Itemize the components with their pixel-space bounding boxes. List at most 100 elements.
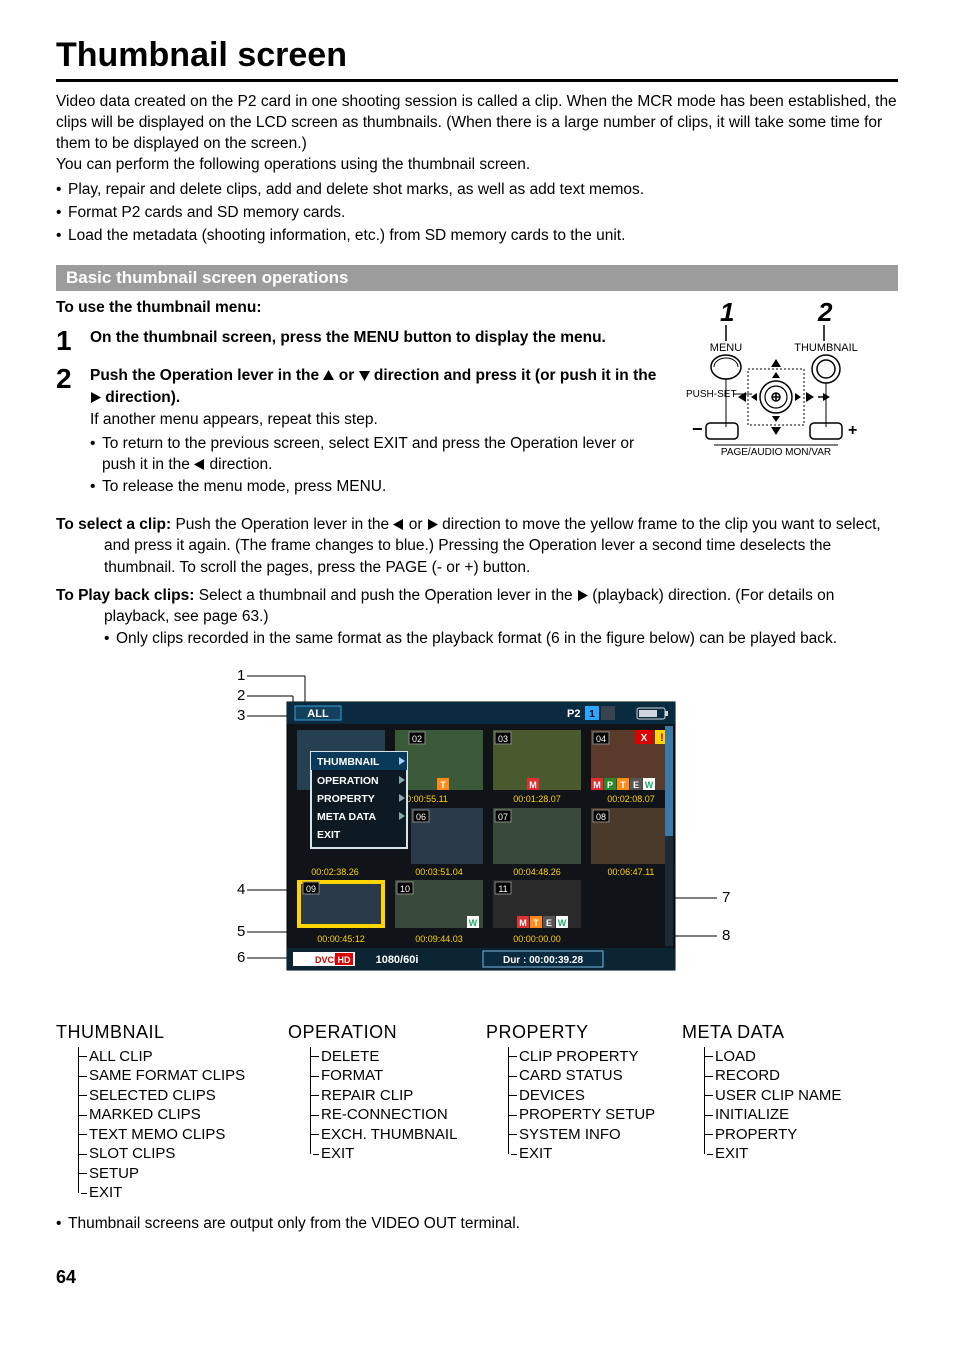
lcd-svg: 1 2 3 4 5 6 7 8 ALL P2 1 [167, 664, 787, 1004]
page-number: 64 [56, 1267, 898, 1288]
step-2-line2: If another menu appears, repeat this ste… [90, 409, 668, 431]
use-menu-heading: To use the thumbnail menu: [56, 299, 668, 317]
tree-item: MARKED CLIPS [79, 1105, 284, 1125]
tree-item: INITIALIZE [705, 1105, 872, 1125]
svg-text:P2: P2 [567, 708, 580, 720]
minus-label: − [692, 419, 703, 439]
tree-item: TEXT MEMO CLIPS [79, 1125, 284, 1145]
svg-text:W: W [645, 780, 654, 790]
intro-bullet: Load the metadata (shooting information,… [56, 224, 898, 247]
tree-item: RE-CONNECTION [311, 1105, 482, 1125]
step-number: 2 [56, 365, 90, 497]
triangle-left-icon [393, 519, 404, 530]
svg-text:ALL: ALL [307, 708, 329, 720]
svg-text:00:03:51.04: 00:03:51.04 [415, 867, 463, 877]
svg-text:11: 11 [498, 884, 507, 894]
tree-item: SLOT CLIPS [79, 1144, 284, 1164]
step-2: 2 Push the Operation lever in the or dir… [56, 365, 668, 497]
step-2-lead-c: direction and press it (or push it in th… [370, 367, 657, 384]
tree-title: PROPERTY [486, 1022, 678, 1043]
tree-item: LOAD [705, 1047, 872, 1067]
tree-title: THUMBNAIL [56, 1022, 284, 1043]
svg-text:M: M [529, 780, 537, 790]
page: Thumbnail screen Video data created on t… [0, 0, 954, 1318]
tree-item: DEVICES [509, 1086, 678, 1106]
pav-label: PAGE/AUDIO MON/VAR [721, 447, 831, 458]
svg-text:E: E [633, 780, 639, 790]
pushset-label: PUSH-SET [686, 389, 737, 400]
svg-text:04: 04 [596, 734, 606, 744]
thumbnail-label: THUMBNAIL [794, 342, 858, 354]
callout-2: 2 [817, 299, 833, 327]
svg-text:8: 8 [722, 927, 730, 944]
triangle-right-icon [427, 519, 438, 530]
tree-title: META DATA [682, 1022, 872, 1043]
tree-item: PROPERTY [705, 1125, 872, 1145]
svg-text:08: 08 [596, 812, 606, 822]
tree-item: USER CLIP NAME [705, 1086, 872, 1106]
svg-text:THUMBNAIL: THUMBNAIL [317, 756, 380, 768]
svg-text:00:00:00.00: 00:00:00.00 [513, 934, 561, 944]
svg-text:06: 06 [416, 812, 426, 822]
tree-item: PROPERTY SETUP [509, 1105, 678, 1125]
callout-1: 1 [720, 299, 734, 327]
menu-label: MENU [710, 342, 742, 354]
select-clip-para: To select a clip: Push the Operation lev… [56, 514, 898, 579]
triangle-down-icon [359, 370, 370, 381]
svg-text:00:09:44.03: 00:09:44.03 [415, 934, 463, 944]
svg-text:02: 02 [412, 734, 422, 744]
svg-text:M: M [519, 918, 527, 928]
svg-text:5: 5 [237, 923, 245, 940]
step-2-lead-a: Push the Operation lever in the [90, 367, 323, 384]
step-2-lead-d: direction). [101, 389, 180, 406]
tree-item: SETUP [79, 1164, 284, 1184]
svg-text:00:04:48.26: 00:04:48.26 [513, 867, 561, 877]
svg-text:META DATA: META DATA [317, 811, 377, 823]
play-clip-label: To Play back clips: [56, 587, 199, 604]
tree-item: CLIP PROPERTY [509, 1047, 678, 1067]
tree-item: FORMAT [311, 1066, 482, 1086]
lcd-diagram: 1 2 3 4 5 6 7 8 ALL P2 1 [56, 664, 898, 1004]
svg-text:3: 3 [237, 707, 245, 724]
step-1-text: On the thumbnail screen, press the MENU … [90, 329, 606, 346]
tree-title: OPERATION [288, 1022, 482, 1043]
svg-text:PROPERTY: PROPERTY [317, 793, 375, 805]
step-number: 1 [56, 327, 90, 355]
tree-item: EXIT [311, 1144, 482, 1164]
svg-text:W: W [469, 918, 478, 928]
svg-text:07: 07 [498, 812, 508, 822]
svg-text:T: T [440, 780, 446, 790]
panel-diagram: 1 2 MENU THUMBNAIL PUSH-SET [668, 299, 898, 507]
tree-item: SELECTED CLIPS [79, 1086, 284, 1106]
triangle-left-icon [194, 459, 205, 470]
intro-para-1: Video data created on the P2 card in one… [56, 92, 898, 155]
tree-item: CARD STATUS [509, 1066, 678, 1086]
svg-text:T: T [533, 918, 539, 928]
intro-bullet: Play, repair and delete clips, add and d… [56, 178, 898, 201]
svg-text:09: 09 [306, 884, 316, 894]
play-clip-bullet: Only clips recorded in the same format a… [104, 628, 898, 650]
tree-item: RECORD [705, 1066, 872, 1086]
tree-thumbnail: THUMBNAIL ALL CLIP SAME FORMAT CLIPS SEL… [56, 1022, 284, 1203]
svg-text:00:06:47.11: 00:06:47.11 [608, 867, 655, 877]
svg-text:1080/60i: 1080/60i [376, 954, 419, 966]
svg-text:!: ! [660, 732, 664, 744]
tree-item: DELETE [311, 1047, 482, 1067]
svg-text:Dur : 00:00:39.28: Dur : 00:00:39.28 [503, 955, 583, 966]
svg-text:00:02:38.26: 00:02:38.26 [311, 867, 359, 877]
tree-item: ALL CLIP [79, 1047, 284, 1067]
section-heading: Basic thumbnail screen operations [56, 265, 898, 291]
tree-item: EXCH. THUMBNAIL [311, 1125, 482, 1145]
step-2-bullet-1: To return to the previous screen, select… [90, 433, 668, 476]
svg-text:W: W [558, 918, 567, 928]
tree-item: SYSTEM INFO [509, 1125, 678, 1145]
svg-text:E: E [546, 918, 552, 928]
step-2-lead-b: or [334, 367, 358, 384]
tree-metadata: META DATA LOAD RECORD USER CLIP NAME INI… [682, 1022, 872, 1203]
control-panel-svg: 1 2 MENU THUMBNAIL PUSH-SET [678, 299, 898, 469]
svg-text:1: 1 [237, 667, 245, 684]
footnote: Thumbnail screens are output only from t… [56, 1215, 898, 1233]
svg-text:P: P [607, 780, 613, 790]
tree-item: EXIT [705, 1144, 872, 1164]
svg-text:00:01:28.07: 00:01:28.07 [513, 794, 561, 804]
